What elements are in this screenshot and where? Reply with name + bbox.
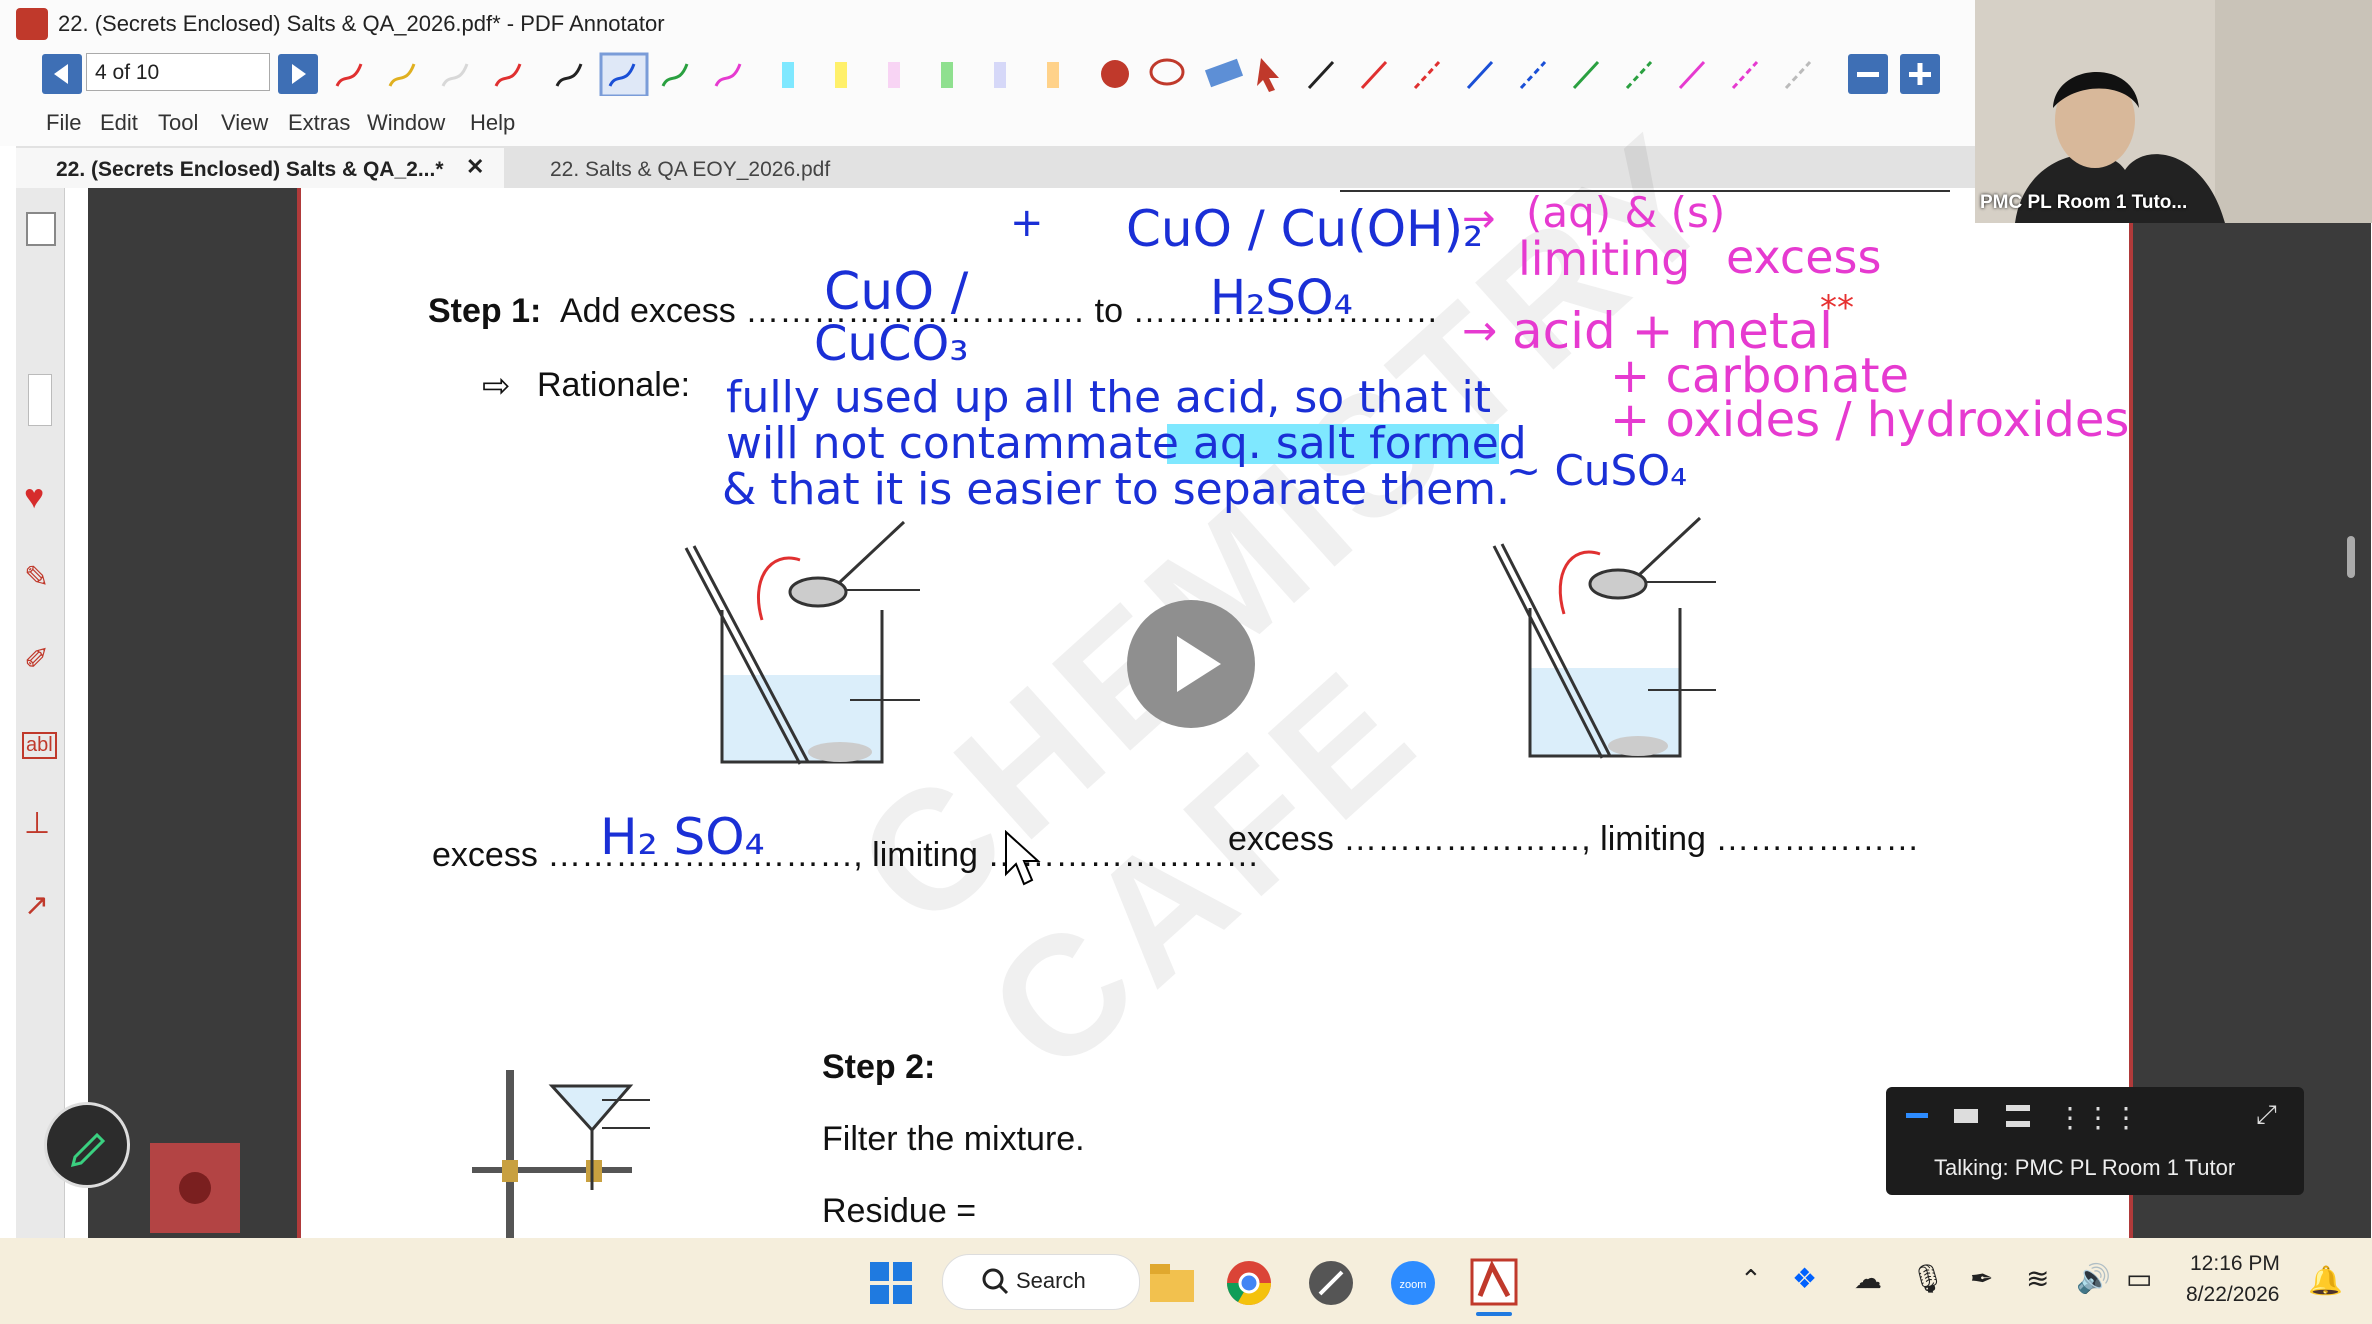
highlighter-icons <box>782 62 1059 88</box>
stamp-tool-icon[interactable]: ⊥ <box>24 806 50 841</box>
menu-extras[interactable]: Extras <box>288 110 350 136</box>
menu-edit[interactable]: Edit <box>100 110 138 136</box>
excess-limiting-left: excess ………………………, limiting …………………… <box>432 836 1260 874</box>
window-title: 22. (Secrets Enclosed) Salts & QA_2026.p… <box>58 11 665 36</box>
compass-app-icon[interactable] <box>1306 1258 1356 1308</box>
hand-tool-icon[interactable] <box>150 1143 240 1233</box>
hw-arrow-acid: → <box>1462 306 1498 355</box>
text-tool-icon[interactable]: abl <box>22 732 57 759</box>
scroll-dropdown-icon[interactable] <box>28 374 52 426</box>
step1-label: Step 1: <box>428 292 542 330</box>
hw-stars: ** <box>1820 288 1854 328</box>
favorites-heart-icon[interactable]: ♥ <box>24 478 44 517</box>
file-explorer-icon[interactable] <box>1146 1258 1198 1308</box>
strip-view-icon[interactable] <box>2006 1105 2030 1127</box>
expand-icon[interactable]: ⤢ <box>2256 1099 2277 1131</box>
hw-limiting: limiting <box>1518 232 1691 286</box>
wifi-icon[interactable]: ≋ <box>2026 1262 2049 1295</box>
page-thumbnail-icon[interactable] <box>26 212 56 246</box>
zoom-app-icon[interactable]: zoom <box>1388 1258 1438 1308</box>
highlighter-tool-icon[interactable]: ✐ <box>24 642 49 677</box>
volume-icon[interactable]: 🔊 <box>2076 1262 2111 1295</box>
right-scroll-gutter <box>2133 188 2371 1238</box>
speaker-view-icon[interactable] <box>1954 1109 1978 1123</box>
page-number-input[interactable]: 4 of 10 <box>86 53 270 91</box>
tab-close-icon[interactable]: ✕ <box>466 154 484 180</box>
active-app-indicator <box>1476 1312 1512 1316</box>
beaker-diagram-left <box>684 520 920 765</box>
hw-cuo-cuoh2: CuO / Cu(OH)₂ <box>1126 200 1484 258</box>
hw-arrow-top: → <box>1462 196 1496 242</box>
vertical-scrollbar[interactable] <box>2347 536 2355 578</box>
hw-blank-h2so4: H₂SO₄ <box>1210 270 1353 326</box>
hw-excess: excess <box>1726 230 1882 284</box>
gallery-view-icon[interactable]: ⋮⋮⋮ <box>2056 1101 2140 1134</box>
filter-text: Filter the mixture. <box>822 1120 1085 1158</box>
search-label: Search <box>1016 1268 1086 1293</box>
hw-excess-h2so4: H₂ SO₄ <box>600 808 765 866</box>
menu-view[interactable]: View <box>221 110 268 136</box>
menu-tool[interactable]: Tool <box>158 110 198 136</box>
next-page-button[interactable] <box>278 54 318 94</box>
left-toolbox: ♥ ✎ ✐ abl ⊥ ↗ <box>16 188 65 1238</box>
play-button[interactable] <box>1127 600 1255 728</box>
tab-active-label: 22. (Secrets Enclosed) Salts & QA_2...* <box>56 158 444 181</box>
menu-file[interactable]: File <box>46 110 81 136</box>
battery-icon[interactable]: ▭ <box>2126 1262 2152 1295</box>
misc-tool-icons <box>1101 58 1279 92</box>
residue-text: Residue = <box>822 1192 977 1230</box>
tab-second-document[interactable]: 22. Salts & QA EOY_2026.pdf <box>550 158 830 182</box>
step2-label: Step 2: <box>822 1048 936 1086</box>
hw-plus: + <box>1010 200 1044 246</box>
hw-blank-cuco3: CuCO₃ <box>814 316 969 372</box>
menu-window[interactable]: Window <box>367 110 445 136</box>
rationale-label: Rationale: <box>537 366 691 404</box>
mouse-cursor-icon <box>1005 830 1041 886</box>
svg-text:zoom: zoom <box>1400 1279 1427 1291</box>
draw-pen-button[interactable] <box>44 1102 130 1188</box>
pdf-annotator-taskbar-icon[interactable] <box>1468 1256 1520 1308</box>
pen-tool-icons <box>335 52 742 96</box>
beaker-diagram-right <box>1492 516 1716 759</box>
microphone-icon[interactable]: 🎙 <box>1910 1262 1946 1295</box>
hw-underline <box>1340 190 1950 192</box>
pen-settings-icon[interactable]: ✒ <box>1970 1262 1993 1295</box>
hw-cuso4: ~ CuSO₄ <box>1506 446 1688 495</box>
previous-page-button[interactable] <box>42 54 82 94</box>
rationale-arrow-icon: ⇨ <box>482 367 511 405</box>
hw-rationale-line3: & that it is easier to separate them. <box>722 464 1511 515</box>
show-hidden-icons-chevron-icon[interactable]: ⌃ <box>1740 1264 1762 1295</box>
cloud-sync-icon[interactable]: ☁ <box>1854 1262 1882 1295</box>
menu-help[interactable]: Help <box>470 110 515 136</box>
hw-oxides: + oxides / hydroxides <box>1610 392 2130 448</box>
talking-label: Talking: PMC PL Room 1 Tutor <box>1934 1155 2236 1180</box>
excess-limiting-right: excess …………………, limiting ……………… <box>1228 820 1920 858</box>
participant-video[interactable] <box>1975 0 2372 223</box>
windows-start-icon[interactable] <box>868 1260 914 1306</box>
chrome-icon[interactable] <box>1224 1258 1274 1308</box>
dropbox-icon[interactable]: ❖ <box>1792 1262 1817 1295</box>
clock-date[interactable]: 8/22/2026 <box>2186 1283 2279 1307</box>
filter-funnel-diagram <box>472 1070 650 1238</box>
hw-rationale-line2: will not contammate aq. salt formed <box>726 418 1527 469</box>
notifications-icon[interactable]: 🔔 <box>2308 1264 2343 1297</box>
hw-rationale-line1: fully used up all the acid, so that it <box>726 372 1491 423</box>
pdf-annotator-logo-icon <box>16 8 48 40</box>
pen-tool-icon[interactable]: ✎ <box>24 560 49 595</box>
hw-blank-cuo: CuO / <box>824 262 969 322</box>
clock-time[interactable]: 12:16 PM <box>2190 1252 2280 1276</box>
participant-name-label: PMC PL Room 1 Tuto... <box>1980 192 2188 213</box>
minimize-icon[interactable] <box>1906 1113 1928 1118</box>
arrow-tool-icon[interactable]: ↗ <box>24 888 49 923</box>
